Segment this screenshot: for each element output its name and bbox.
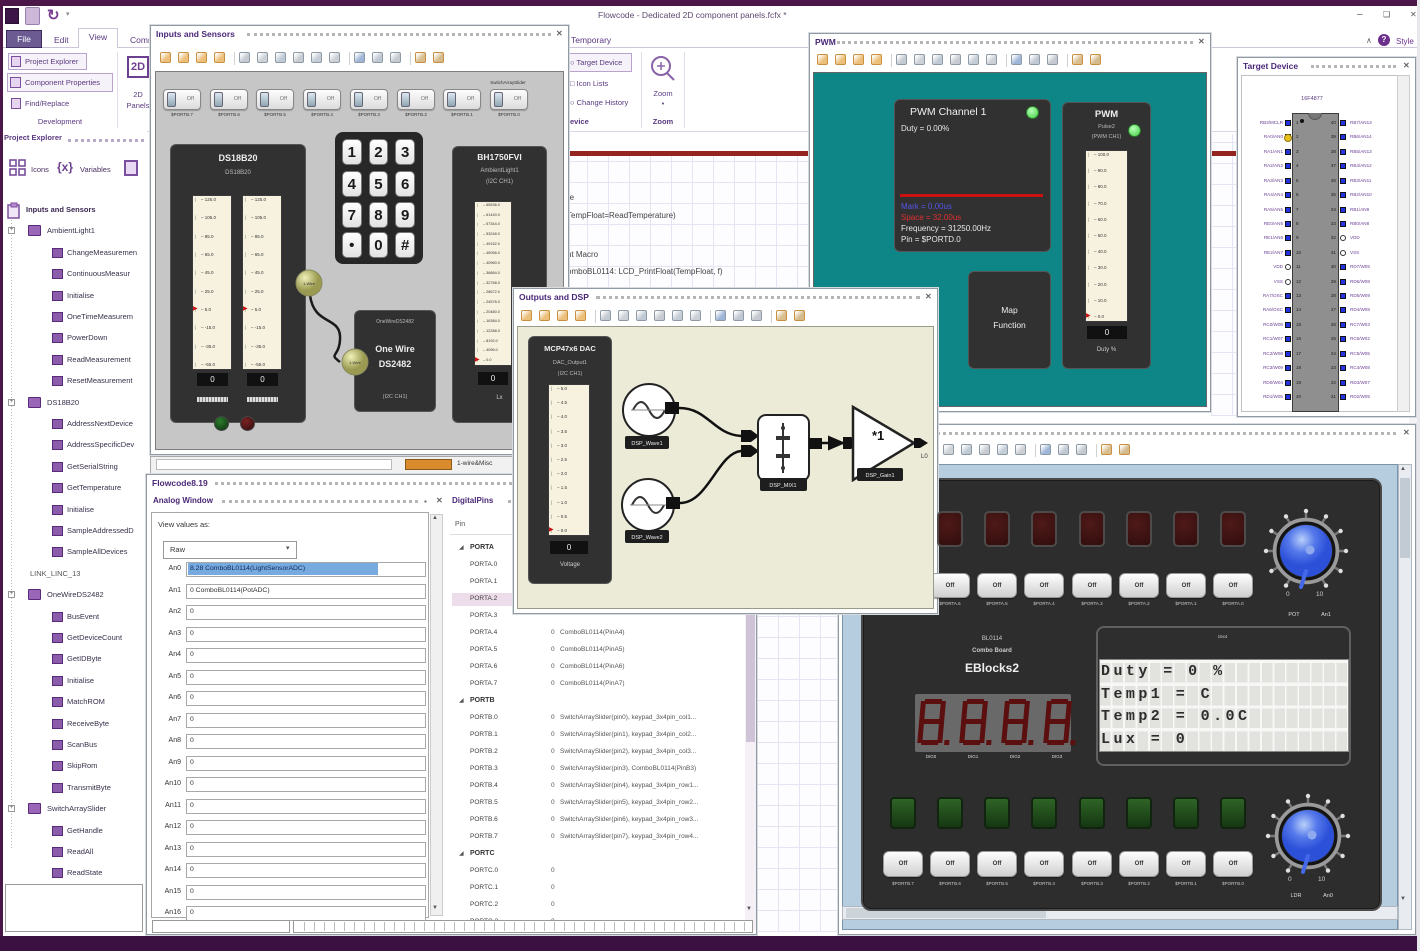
svg-text:0: 0 (1288, 876, 1292, 883)
svg-text:DSP_MIX1: DSP_MIX1 (769, 483, 796, 489)
svg-text:0: 0 (1286, 591, 1290, 598)
svg-text:DSP_Wave2: DSP_Wave2 (631, 535, 662, 541)
svg-text:1-Wire: 1-Wire (349, 360, 362, 365)
svg-text:10: 10 (1316, 591, 1324, 598)
svg-text:10: 10 (1318, 876, 1326, 883)
svg-text:DSP_Wave1: DSP_Wave1 (631, 441, 662, 447)
svg-text:1-Wire: 1-Wire (303, 281, 316, 286)
svg-text:L0: L0 (921, 454, 928, 460)
svg-text:DSP_Gain1: DSP_Gain1 (865, 473, 894, 479)
svg-text:*1: *1 (872, 428, 884, 443)
